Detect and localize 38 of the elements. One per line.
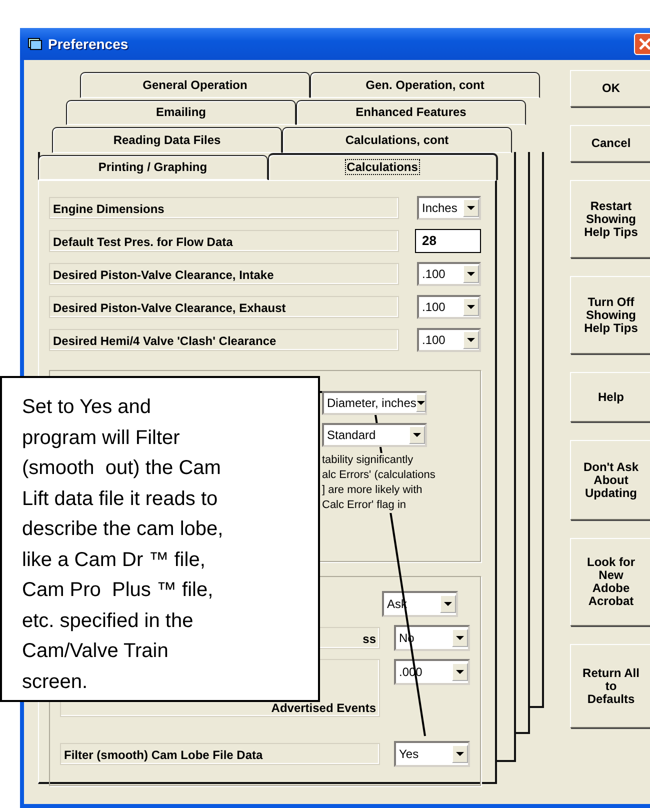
close-icon bbox=[638, 37, 650, 51]
setting-label: Default Test Pres. for Flow Data bbox=[49, 230, 399, 252]
dialog-button[interactable]: Help bbox=[570, 372, 650, 422]
tab[interactable]: Emailing bbox=[66, 100, 296, 125]
note-text: ] are more likely with bbox=[322, 483, 422, 498]
tab[interactable]: Gen. Operation, cont bbox=[310, 72, 540, 98]
tab[interactable]: General Operation bbox=[80, 72, 310, 98]
dropdown[interactable]: Standard bbox=[322, 423, 427, 447]
dialog-button[interactable]: Look for New Adobe Acrobat bbox=[570, 538, 650, 626]
dialog-button[interactable]: Turn Off Showing Help Tips bbox=[570, 276, 650, 354]
setting-label: Engine Dimensions bbox=[49, 196, 399, 218]
dropdown[interactable]: .100 bbox=[417, 294, 481, 318]
note-text: tability significantly bbox=[322, 453, 414, 468]
setting-label: Desired Hemi/4 Valve 'Clash' Clearance bbox=[49, 328, 399, 350]
dialog-button[interactable]: Don't Ask About Updating bbox=[570, 440, 650, 520]
note-text: alc Errors' (calculations bbox=[322, 468, 436, 483]
close-button[interactable] bbox=[634, 33, 650, 55]
input-field[interactable]: 28 bbox=[415, 228, 481, 252]
dialog-button[interactable]: OK bbox=[570, 70, 650, 107]
tab[interactable]: Reading Data Files bbox=[52, 127, 282, 152]
dialog-button[interactable]: Cancel bbox=[570, 125, 650, 162]
tab[interactable]: Printing / Graphing bbox=[38, 154, 268, 180]
dialog-button[interactable]: Restart Showing Help Tips bbox=[570, 180, 650, 258]
window-title: Preferences bbox=[48, 36, 128, 52]
dialog-button[interactable]: Return All to Defaults bbox=[570, 644, 650, 728]
setting-label: Filter (smooth) Cam Lobe File Data bbox=[60, 743, 380, 765]
tab[interactable]: Calculations bbox=[268, 152, 498, 180]
dropdown[interactable]: .100 bbox=[417, 262, 481, 286]
tab[interactable]: Enhanced Features bbox=[296, 100, 526, 125]
note-text: Calc Error' flag in bbox=[322, 498, 406, 513]
window-icon bbox=[28, 38, 42, 50]
dropdown[interactable]: Yes bbox=[394, 741, 470, 767]
setting-label: Desired Piston-Valve Clearance, Exhaust bbox=[49, 296, 399, 318]
dropdown[interactable]: .100 bbox=[417, 328, 481, 352]
dropdown[interactable]: Diameter, inches bbox=[322, 391, 427, 415]
setting-label: Desired Piston-Valve Clearance, Intake bbox=[49, 262, 399, 284]
tab[interactable]: Calculations, cont bbox=[282, 127, 512, 152]
dropdown[interactable]: Inches bbox=[417, 196, 481, 220]
